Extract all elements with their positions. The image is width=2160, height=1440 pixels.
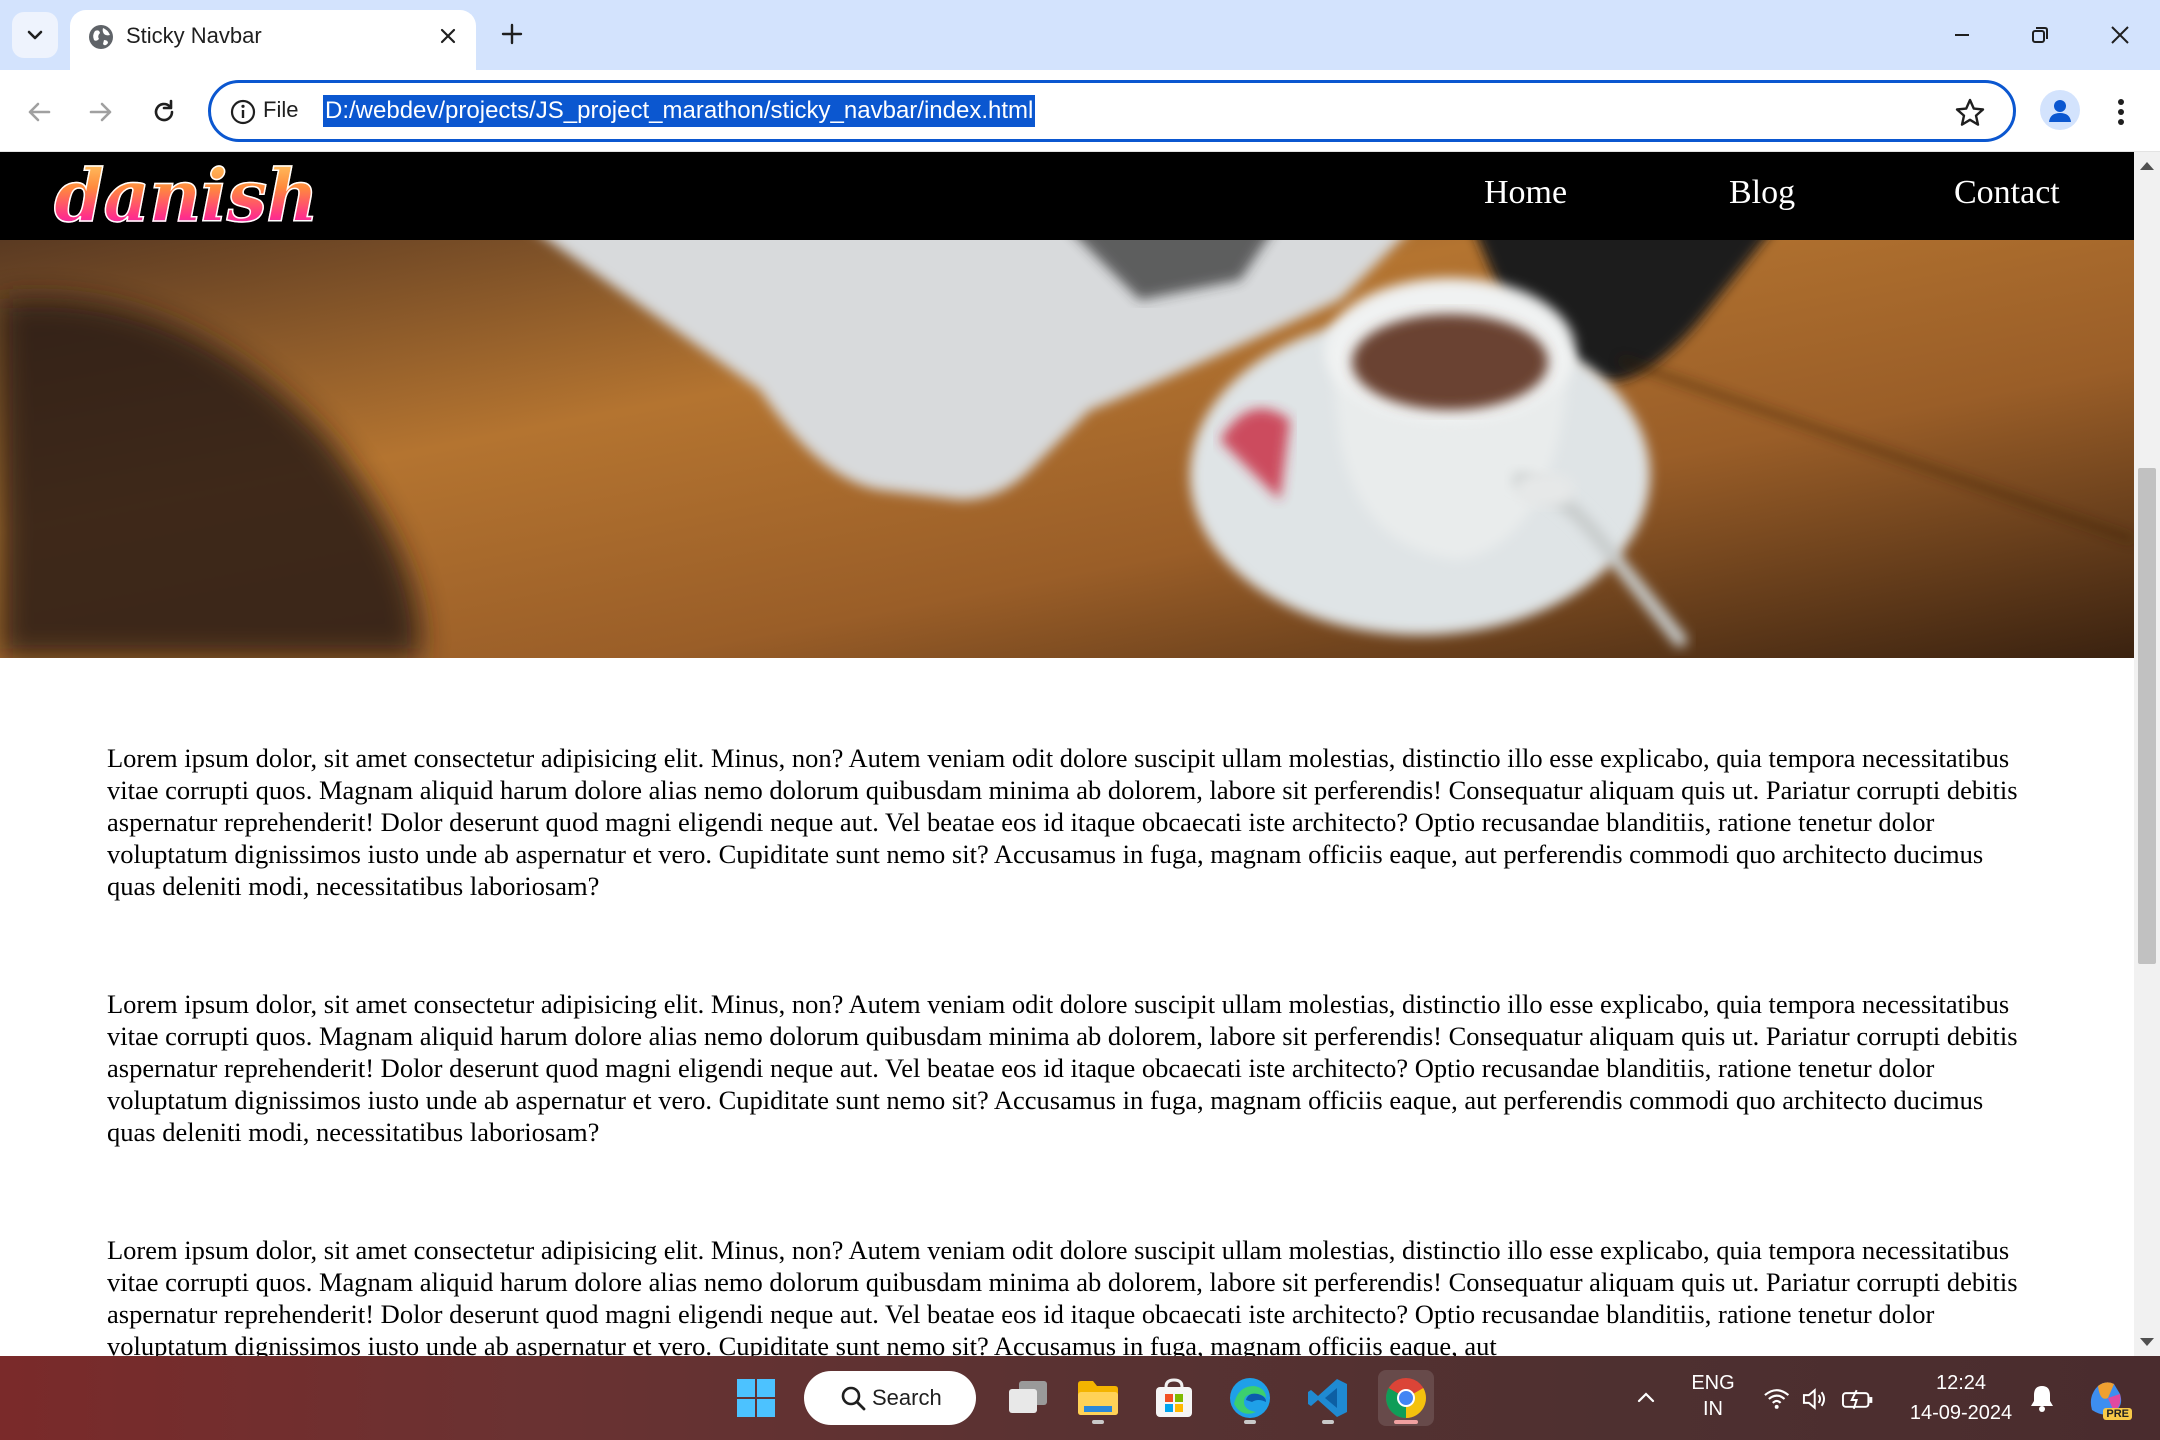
minimize-icon xyxy=(1955,34,1969,36)
running-indicator xyxy=(1092,1420,1104,1424)
quick-settings-button[interactable] xyxy=(1762,1382,1874,1416)
tab-title: Sticky Navbar xyxy=(126,23,262,48)
start-button[interactable] xyxy=(728,1370,784,1426)
language-indicator[interactable]: ENG IN xyxy=(1680,1370,1746,1422)
taskbar-microsoft-store[interactable] xyxy=(1146,1370,1202,1426)
windows-logo-icon xyxy=(737,1379,775,1417)
running-indicator xyxy=(1394,1420,1418,1424)
new-tab-button[interactable] xyxy=(492,14,532,54)
vscode-icon xyxy=(1308,1379,1347,1417)
scroll-down-arrow-icon[interactable] xyxy=(2140,1338,2154,1346)
tab-search-button[interactable] xyxy=(12,12,58,58)
nav-link-home[interactable]: Home xyxy=(1484,174,1567,212)
close-icon xyxy=(440,28,456,44)
browser-toolbar: File D:/webdev/projects/JS_project_marat… xyxy=(0,70,2160,152)
more-vertical-icon xyxy=(2118,99,2124,125)
preview-badge: PRE xyxy=(2103,1408,2132,1420)
taskbar-vscode[interactable] xyxy=(1300,1370,1356,1426)
url-scheme-label[interactable]: File xyxy=(263,97,298,123)
browser-menu-button[interactable] xyxy=(2106,90,2136,134)
taskbar-search[interactable]: Search xyxy=(804,1371,976,1425)
taskbar-file-explorer[interactable] xyxy=(1070,1370,1126,1426)
site-logo[interactable]: danish xyxy=(53,153,319,239)
minimize-button[interactable] xyxy=(1932,10,1992,60)
folder-icon xyxy=(1078,1381,1118,1415)
profile-button[interactable] xyxy=(2040,90,2080,130)
lorem-paragraph: Lorem ipsum dolor, sit amet consectetur … xyxy=(107,989,2018,1147)
running-indicator xyxy=(1322,1420,1334,1424)
edge-icon xyxy=(1230,1378,1270,1418)
url-text[interactable]: D:/webdev/projects/JS_project_marathon/s… xyxy=(323,95,1036,127)
language-secondary: IN xyxy=(1703,1398,1723,1420)
taskbar-edge[interactable] xyxy=(1222,1370,1278,1426)
wifi-icon xyxy=(1764,1389,1790,1409)
task-view-icon xyxy=(1009,1381,1047,1413)
page-viewport: danish Home Blog Contact Lorem ipsum dol… xyxy=(0,152,2134,1356)
search-label: Search xyxy=(872,1385,942,1410)
coffee-laptop-photo xyxy=(0,240,2134,658)
back-button[interactable] xyxy=(17,90,61,134)
windows-taskbar: Search ENG IN 12:24 14-09-2024 PRE xyxy=(0,1356,2160,1440)
hero-image xyxy=(0,240,2134,658)
lorem-paragraph: Lorem ipsum dolor, sit amet consectetur … xyxy=(107,743,2018,901)
scrollbar-thumb[interactable] xyxy=(2138,468,2156,964)
bookmark-star-icon[interactable] xyxy=(1953,96,1987,130)
person-icon xyxy=(2049,100,2071,122)
clock[interactable]: 12:24 14-09-2024 xyxy=(1896,1368,2026,1428)
copilot-button[interactable]: PRE xyxy=(2078,1370,2134,1426)
chrome-icon xyxy=(1386,1378,1426,1418)
site-navbar: danish Home Blog Contact xyxy=(0,152,2134,240)
nav-link-contact[interactable]: Contact xyxy=(1954,174,2060,212)
bell-icon xyxy=(2031,1386,2053,1412)
volume-icon xyxy=(1803,1388,1826,1410)
language-primary: ENG xyxy=(1691,1372,1735,1394)
close-window-button[interactable] xyxy=(2090,10,2150,60)
lorem-paragraph: Lorem ipsum dolor, sit amet consectetur … xyxy=(107,1235,2018,1356)
running-indicator xyxy=(1244,1420,1256,1424)
taskbar-chrome[interactable] xyxy=(1378,1370,1434,1426)
battery-charging-icon xyxy=(1841,1389,1873,1410)
reload-icon xyxy=(154,99,174,122)
page-scrollbar[interactable] xyxy=(2134,152,2160,1356)
clock-time: 12:24 xyxy=(1935,1372,1987,1394)
reload-button[interactable] xyxy=(142,90,186,134)
search-icon xyxy=(841,1386,866,1411)
arrow-right-icon xyxy=(89,102,112,122)
tab-sticky-navbar[interactable]: Sticky Navbar xyxy=(70,10,476,70)
restore-button[interactable] xyxy=(2010,10,2070,60)
info-icon[interactable] xyxy=(229,98,257,126)
notifications-button[interactable] xyxy=(2014,1370,2070,1426)
task-view-button[interactable] xyxy=(1000,1370,1056,1426)
restore-icon xyxy=(2032,27,2048,43)
tab-strip: Sticky Navbar xyxy=(0,0,2160,70)
clock-date: 14-09-2024 xyxy=(1909,1402,2013,1424)
chevron-up-icon xyxy=(1637,1392,1655,1403)
plus-icon xyxy=(501,23,523,45)
globe-icon xyxy=(89,25,113,49)
show-hidden-icons-button[interactable] xyxy=(1618,1370,1674,1426)
forward-button[interactable] xyxy=(79,90,123,134)
nav-link-blog[interactable]: Blog xyxy=(1729,174,1795,212)
close-icon xyxy=(2111,26,2129,44)
page-content: Lorem ipsum dolor, sit amet consectetur … xyxy=(107,742,2027,1356)
close-tab-button[interactable] xyxy=(432,20,464,52)
address-bar[interactable]: File D:/webdev/projects/JS_project_marat… xyxy=(208,80,2016,142)
scroll-up-arrow-icon[interactable] xyxy=(2140,162,2154,170)
arrow-left-icon xyxy=(28,102,51,122)
chevron-down-icon xyxy=(27,30,43,40)
store-icon xyxy=(1156,1378,1192,1417)
